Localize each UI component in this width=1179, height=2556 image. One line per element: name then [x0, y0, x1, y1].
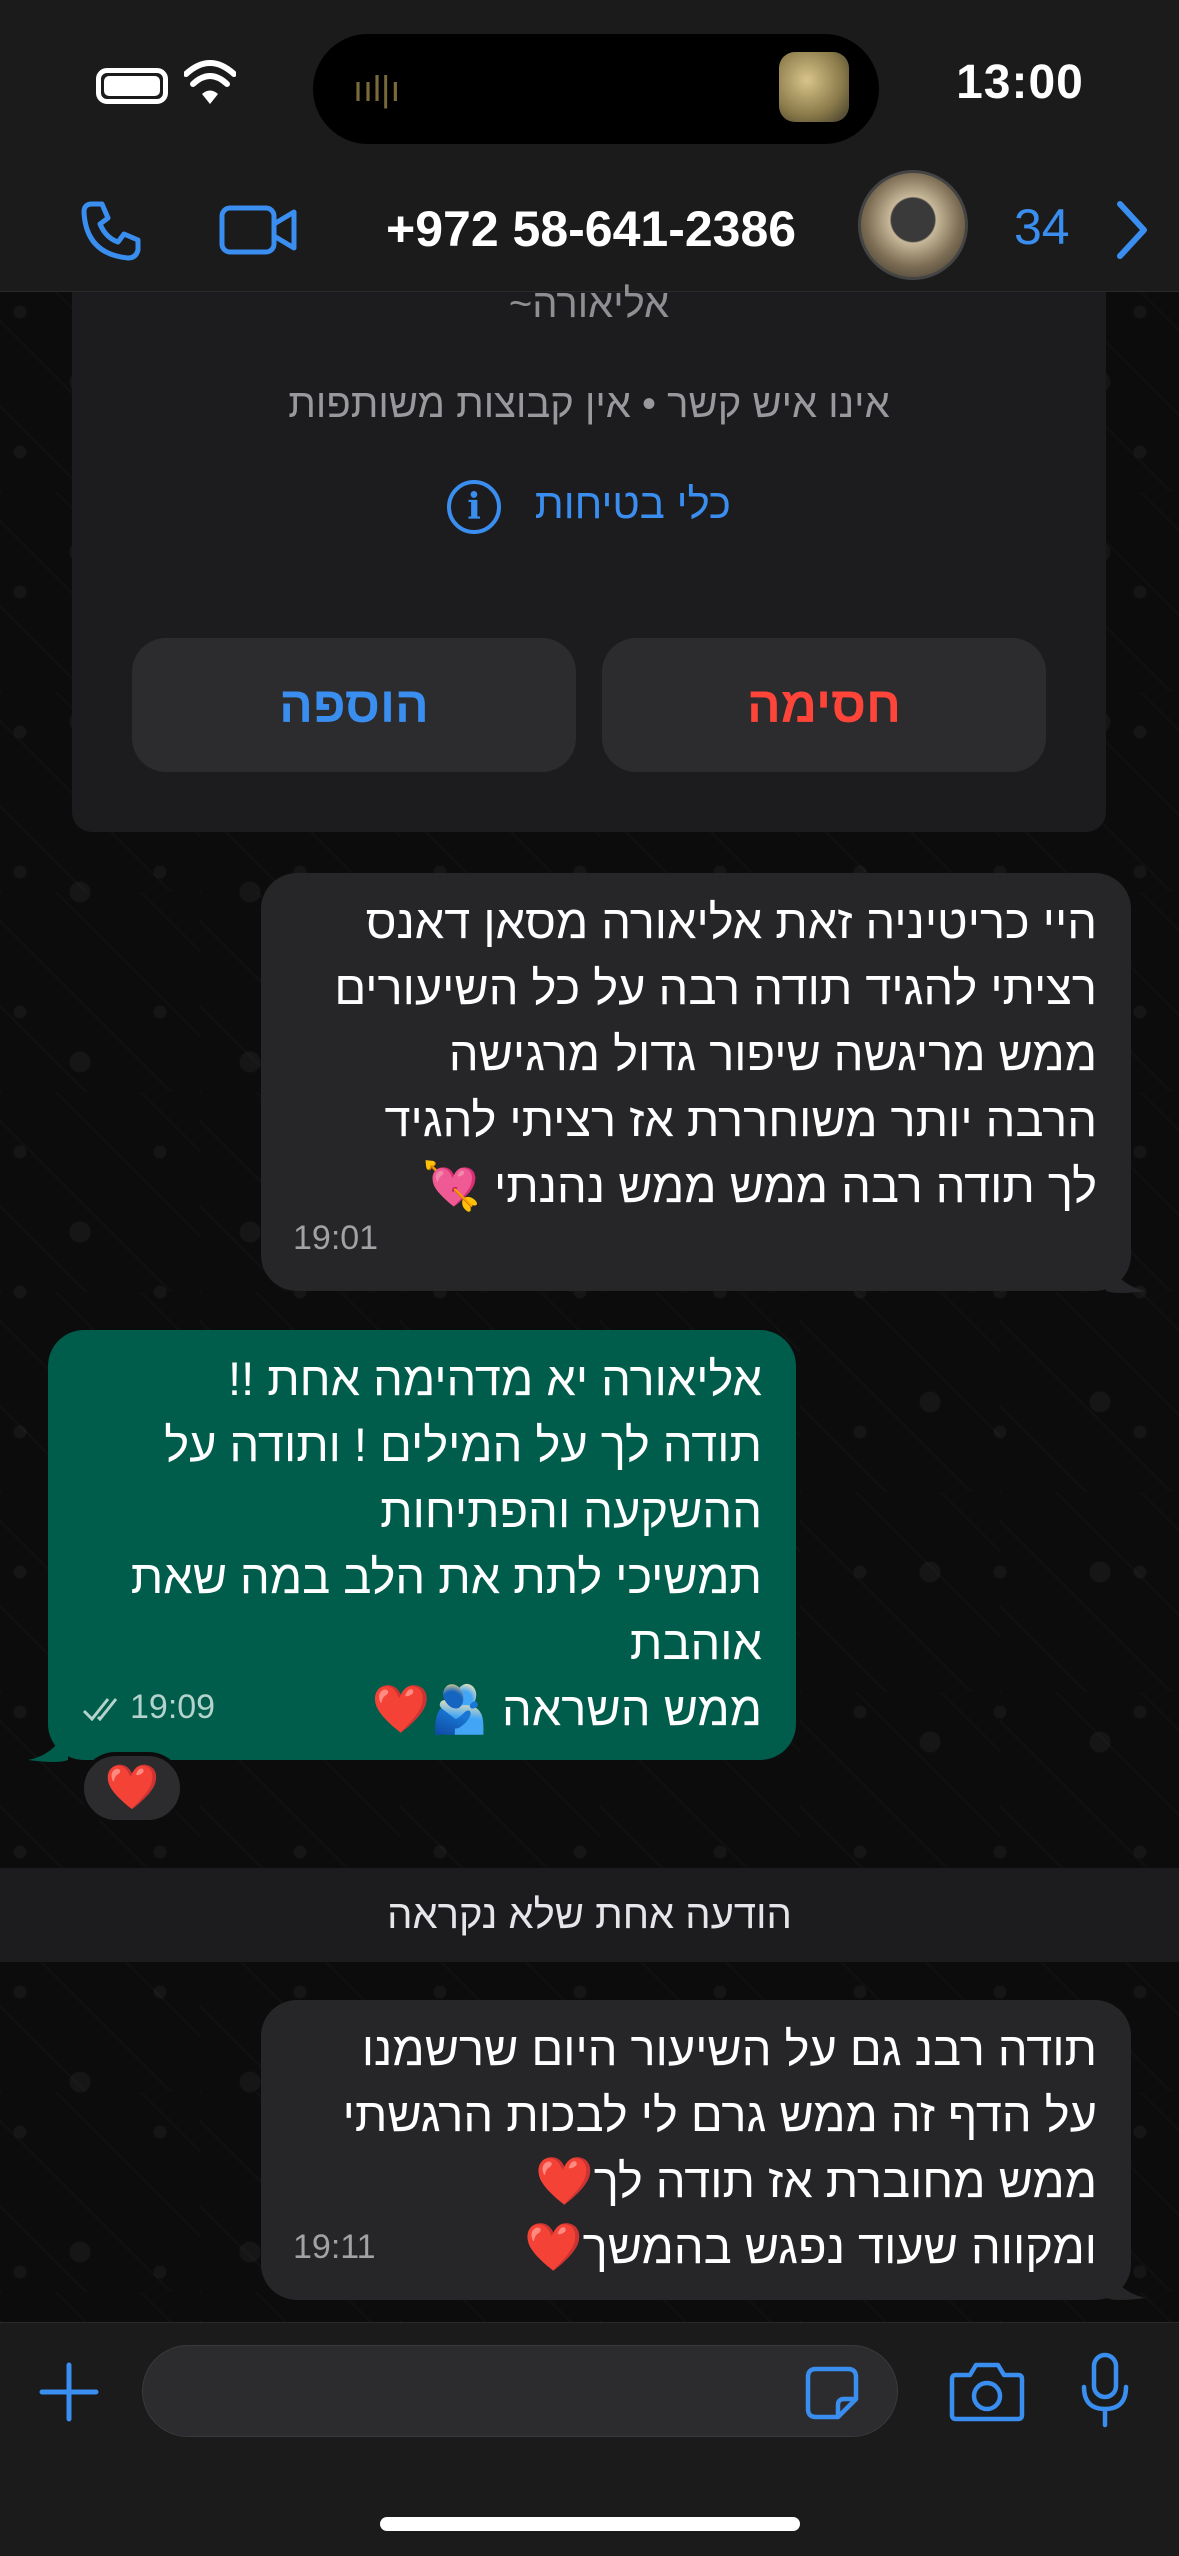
info-icon: i [447, 480, 502, 534]
unread-count-badge[interactable]: 34 [1014, 198, 1070, 256]
message-time: 19:11 [293, 2228, 376, 2266]
message-text: רציתי להגיד תודה רבה על כל השיעורים [334, 961, 1097, 1014]
contact-info-card: ~אליאורה אינו איש קשר • אין קבוצות משותפ… [72, 282, 1106, 832]
wifi-icon [184, 60, 236, 104]
composer-bar [0, 2322, 1179, 2556]
message-text: היי כריטיניה זאת אליאורה מסאן דאנס [365, 895, 1097, 948]
unread-divider: הודעה אחת שלא נקראה [0, 1868, 1179, 1962]
message-text: תודה רבנ גם על השיעור היום שרשמנו [361, 2022, 1097, 2075]
message-text: תודה לך על המילים ! ותודה על [164, 1418, 762, 1471]
status-time: 13:00 [956, 56, 1084, 109]
camera-icon[interactable] [948, 2359, 1026, 2423]
card-subtitle: אינו איש קשר • אין קבוצות משותפות [288, 382, 890, 426]
status-bar: ııl|ı 13:00 [0, 0, 1179, 170]
phone-icon[interactable] [78, 198, 144, 264]
message-time: 19:01 [293, 1219, 379, 1257]
message-time: 19:09 [82, 1674, 215, 1740]
chat-header: +972 58-641-2386 34 [0, 170, 1179, 292]
message-bubble[interactable]: אליאורה יא מדהימה אחת !! תודה לך על המיל… [48, 1330, 796, 1760]
message-bubble[interactable]: תודה רבנ גם על השיעור היום שרשמנו על הדף… [261, 2000, 1131, 2300]
heart-reaction[interactable]: ❤️ [80, 1752, 184, 1824]
message-text: לך תודה רבה ממש ממש נהנתי 💘 [422, 1159, 1097, 1212]
message-text: אליאורה יא מדהימה אחת !! [228, 1352, 762, 1405]
double-check-icon [82, 1698, 118, 1722]
safety-tools-link[interactable]: כלי בטיחות i [72, 480, 1106, 534]
audio-wave-icon: ııl|ı [353, 68, 401, 109]
message-text: ממש מריגשה שיפור גדול מרגישה [448, 1027, 1097, 1080]
battery-icon [96, 68, 168, 104]
block-button[interactable]: חסימה [602, 638, 1046, 772]
message-input[interactable] [142, 2345, 898, 2437]
home-indicator [380, 2517, 800, 2531]
message-time-text: 19:09 [130, 1688, 216, 1726]
message-text: הרבה יותר משוחררת אז רציתי להגיד [384, 1093, 1097, 1146]
microphone-icon[interactable] [1080, 2351, 1130, 2431]
add-contact-button[interactable]: הוספה [132, 638, 576, 772]
now-playing-thumbnail[interactable] [779, 52, 849, 122]
avatar[interactable] [858, 170, 968, 280]
video-call-icon[interactable] [218, 200, 298, 260]
dynamic-island: ııl|ı [313, 34, 879, 144]
message-bubble[interactable]: היי כריטיניה זאת אליאורה מסאן דאנס רציתי… [261, 873, 1131, 1291]
message-text: ההשקעה והפתיחות [380, 1484, 762, 1537]
message-text: אוהבת [629, 1616, 762, 1669]
message-text: תמשיכי לתת את הלב במה שאת [130, 1550, 762, 1603]
message-text: ומקווה שעוד נפגש בהמשך❤️ [524, 2220, 1097, 2273]
sticker-icon[interactable] [804, 2365, 860, 2421]
chevron-right-icon[interactable] [1110, 194, 1154, 266]
contact-name[interactable]: +972 58-641-2386 [386, 200, 836, 258]
message-text: על הדף זה ממש גרם לי לבכות הרגשתי [342, 2088, 1097, 2141]
safety-tools-label: כלי בטיחות [534, 480, 731, 528]
plus-icon[interactable] [38, 2361, 100, 2423]
card-contact-name: ~אליאורה [508, 282, 670, 322]
message-text: ממש מחוברת אז תודה לך❤️ [535, 2154, 1097, 2207]
